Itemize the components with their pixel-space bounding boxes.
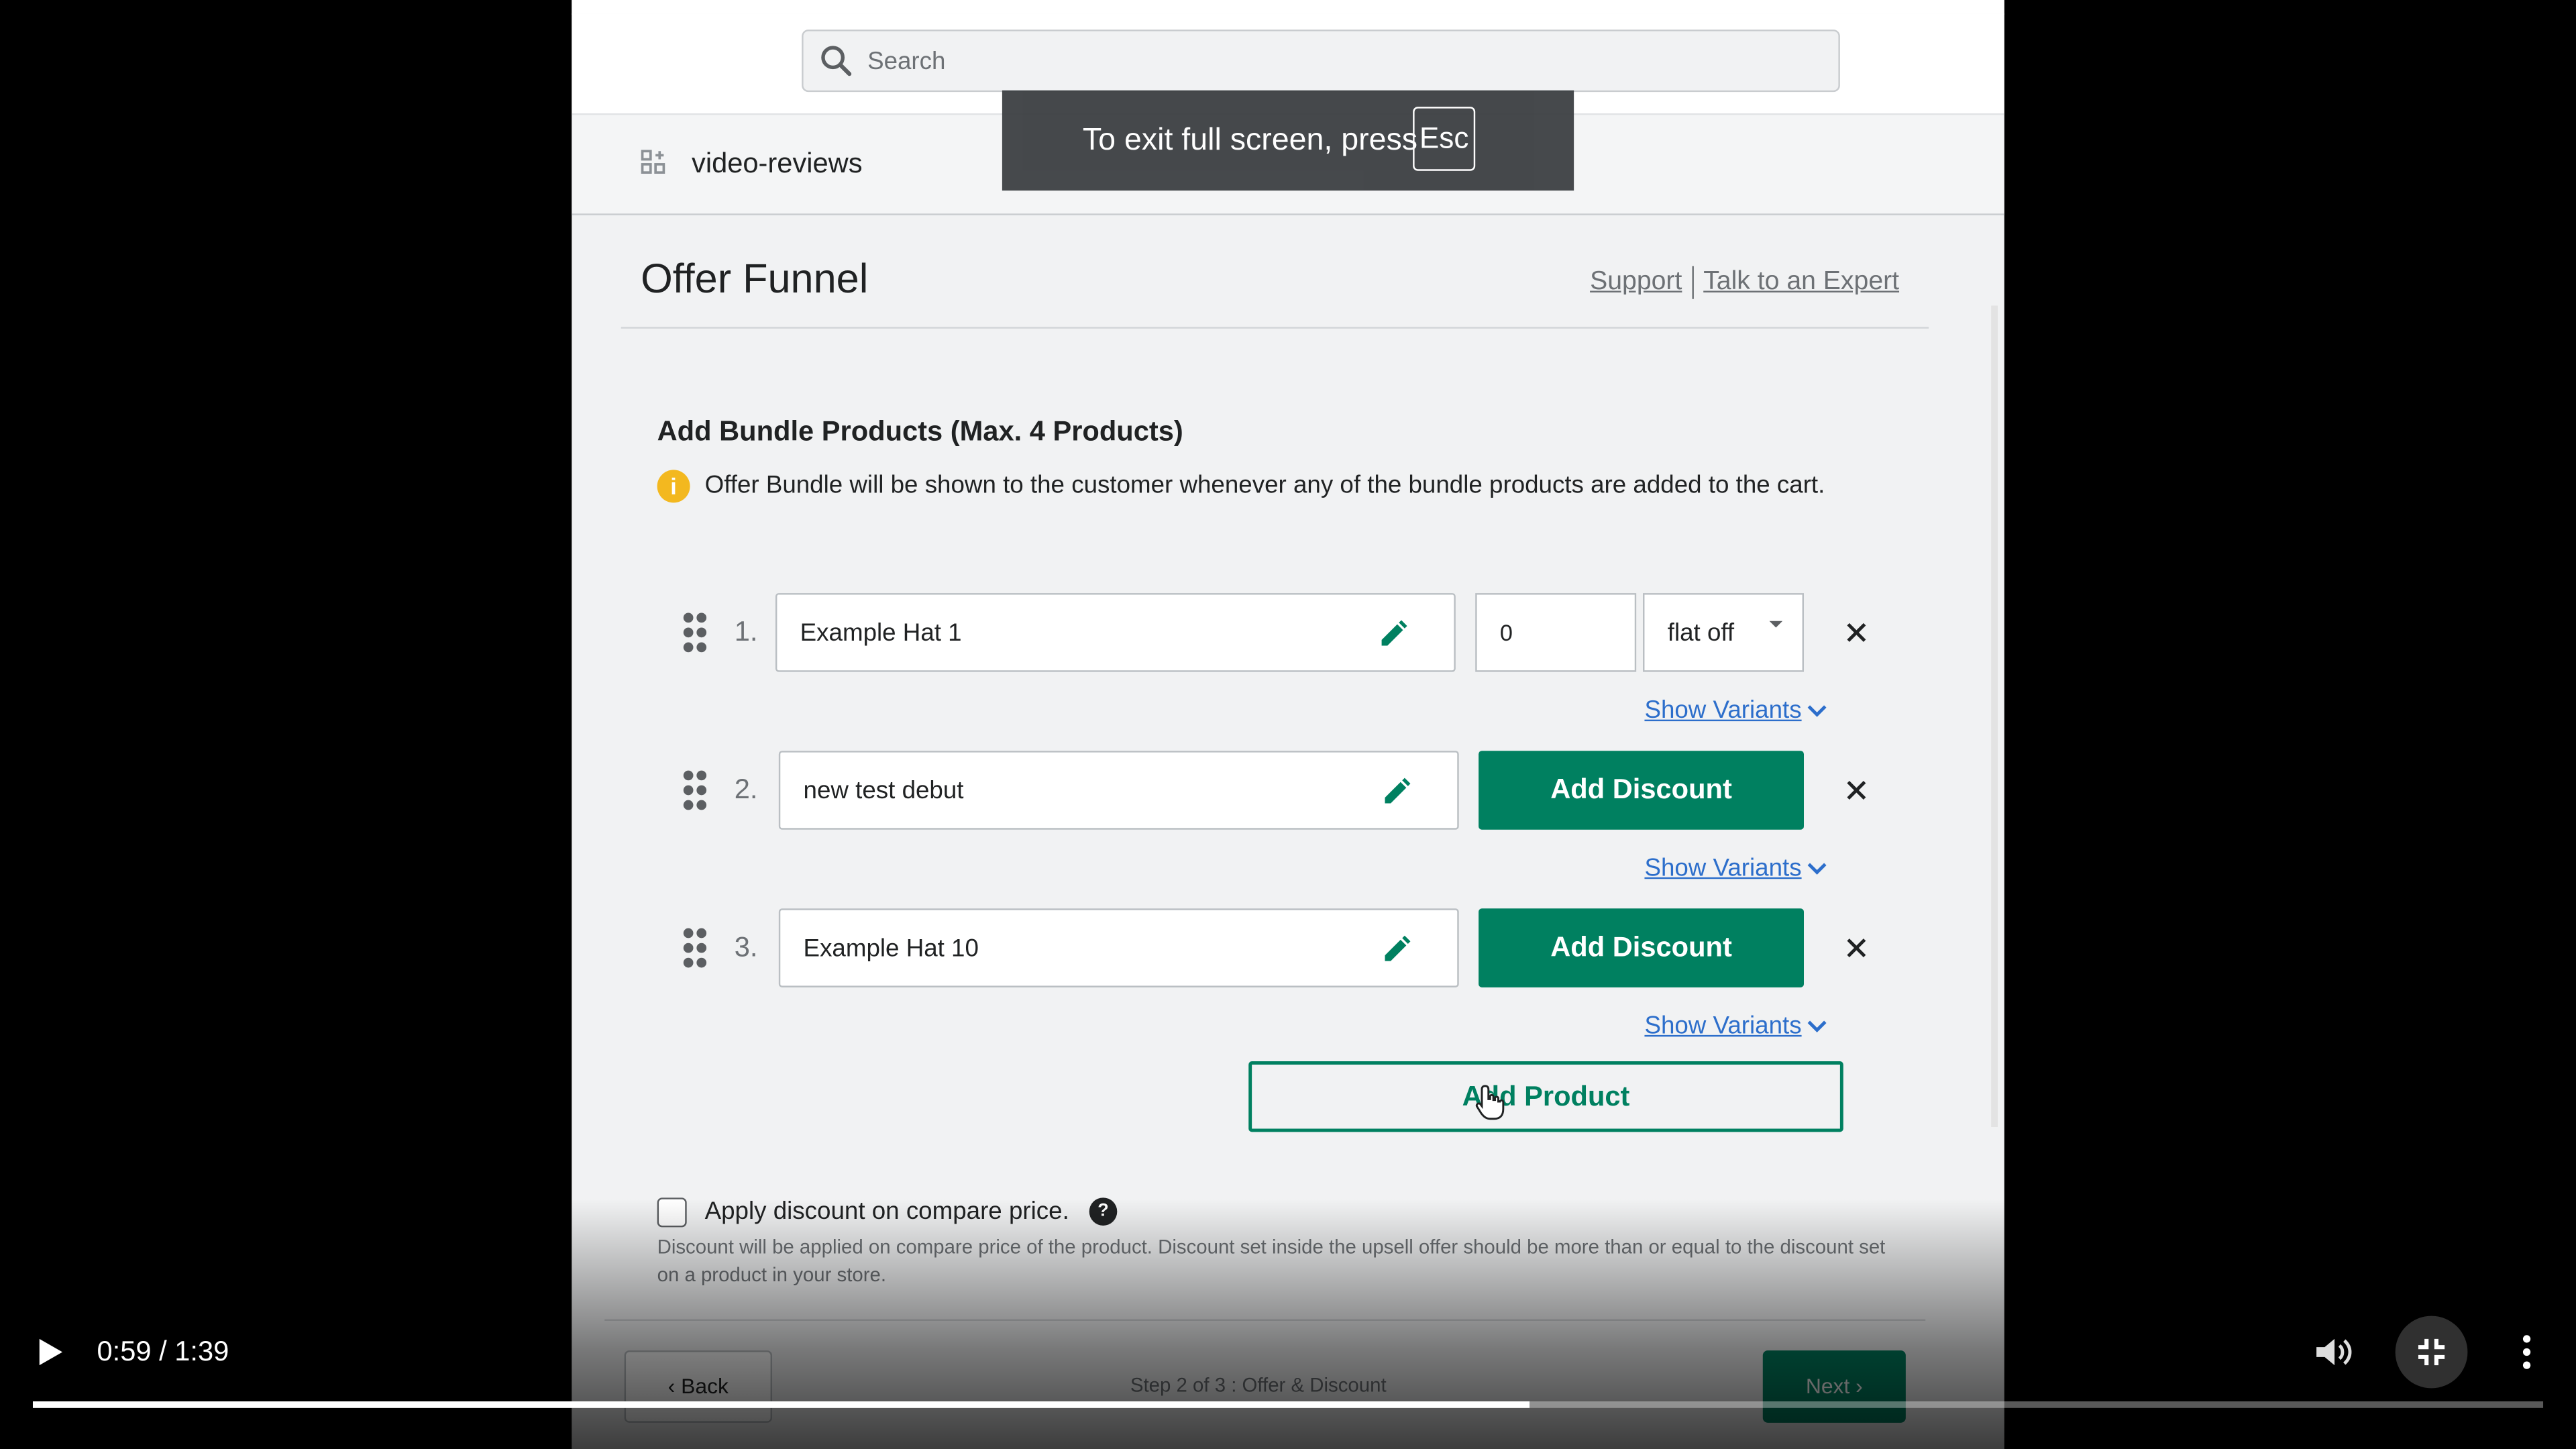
- show-variants-label: Show Variants: [1644, 1012, 1802, 1040]
- embedded-page: Search video-reviews Offer Funnel Suppor…: [572, 0, 2004, 1449]
- bundle-product-row: 1. Example Hat 1 0 flat off: [572, 593, 2004, 672]
- bundle-product-row: 2. new test debut Add Discount: [572, 751, 2004, 830]
- product-field[interactable]: Example Hat 1: [775, 593, 1456, 672]
- row-index: 3.: [734, 931, 758, 963]
- exit-fullscreen-icon: [2418, 1338, 2445, 1366]
- app-name[interactable]: video-reviews: [692, 148, 863, 180]
- chevron-left-icon: ‹: [667, 1373, 682, 1399]
- help-question-icon[interactable]: ?: [1089, 1197, 1118, 1226]
- fullscreen-exit-toast: To exit full screen, press Esc: [1002, 90, 1574, 191]
- row-index: 2.: [734, 773, 758, 806]
- back-label: Back: [681, 1373, 729, 1399]
- support-link[interactable]: Support: [1590, 268, 1682, 297]
- header-links: Support Talk to an Expert: [1590, 266, 1899, 299]
- remove-product-icon[interactable]: [1845, 936, 1868, 959]
- chevron-down-icon: [1807, 1020, 1826, 1033]
- exit-fullscreen-button[interactable]: [2395, 1316, 2468, 1389]
- more-options-icon[interactable]: [2510, 1334, 2543, 1371]
- chevron-down-icon: [1807, 863, 1826, 875]
- video-progress-bar[interactable]: [32, 1401, 2544, 1408]
- scrollbar[interactable]: [1991, 305, 1998, 1128]
- bundle-info-text: Offer Bundle will be shown to the custom…: [704, 471, 1825, 500]
- product-name: new test debut: [803, 777, 964, 806]
- show-variants-link[interactable]: Show Variants: [1644, 1012, 1826, 1040]
- hand-cursor-icon: [1475, 1085, 1505, 1120]
- link-divider: [1692, 266, 1694, 299]
- bundle-heading: Add Bundle Products (Max. 4 Products): [657, 415, 1183, 447]
- discount-value-input[interactable]: 0: [1475, 593, 1637, 672]
- add-discount-button[interactable]: Add Discount: [1479, 751, 1805, 830]
- back-button[interactable]: ‹ Back: [624, 1350, 773, 1423]
- chevron-right-icon: ›: [1849, 1373, 1863, 1399]
- drag-handle-icon[interactable]: [682, 926, 708, 969]
- title-divider: [621, 327, 1929, 329]
- chevron-down-icon: [1807, 705, 1826, 717]
- add-discount-button[interactable]: Add Discount: [1479, 908, 1805, 987]
- video-time: 0:59 / 1:39: [97, 1336, 229, 1367]
- video-progress-fill: [32, 1401, 1529, 1408]
- edit-pencil-icon[interactable]: [1382, 777, 1411, 806]
- bundle-product-row: 3. Example Hat 10 Add Discount: [572, 908, 2004, 987]
- toast-text: To exit full screen, press: [1082, 123, 1418, 158]
- product-name: Example Hat 10: [803, 934, 979, 963]
- next-label: Next: [1805, 1373, 1850, 1399]
- page-title: Offer Funnel: [641, 256, 869, 303]
- search-input[interactable]: Search: [802, 30, 1840, 93]
- compare-price-label: Apply discount on compare price.: [704, 1197, 1069, 1226]
- product-name: Example Hat 1: [800, 619, 962, 647]
- talk-to-expert-link[interactable]: Talk to an Expert: [1703, 268, 1899, 297]
- volume-icon[interactable]: [2313, 1334, 2356, 1371]
- discount-value: 0: [1499, 619, 1513, 646]
- step-indicator: Step 2 of 3 : Offer & Discount: [1130, 1373, 1387, 1397]
- show-variants-link[interactable]: Show Variants: [1644, 696, 1826, 724]
- search-icon: [821, 46, 852, 76]
- row-index: 1.: [734, 616, 758, 647]
- discount-type-select[interactable]: flat off: [1643, 593, 1805, 672]
- edit-pencil-icon[interactable]: [1379, 619, 1408, 649]
- esc-key-badge: Esc: [1413, 107, 1476, 171]
- search-placeholder: Search: [867, 48, 946, 76]
- compare-price-checkbox[interactable]: [657, 1197, 687, 1228]
- product-field[interactable]: new test debut: [778, 751, 1459, 830]
- caret-down-icon: [1769, 621, 1783, 628]
- play-icon[interactable]: [32, 1334, 68, 1371]
- drag-handle-icon[interactable]: [682, 611, 708, 654]
- video-player: Search video-reviews Offer Funnel Suppor…: [0, 0, 2576, 1449]
- info-icon: i: [657, 470, 690, 503]
- next-button[interactable]: Next ›: [1762, 1350, 1906, 1423]
- discount-type-value: flat off: [1667, 619, 1735, 647]
- show-variants-label: Show Variants: [1644, 696, 1802, 725]
- add-product-button[interactable]: Add Product: [1248, 1061, 1843, 1132]
- footer-divider: [604, 1319, 1926, 1321]
- show-variants-link[interactable]: Show Variants: [1644, 854, 1826, 882]
- show-variants-label: Show Variants: [1644, 854, 1802, 883]
- edit-pencil-icon[interactable]: [1382, 934, 1411, 964]
- remove-product-icon[interactable]: [1845, 779, 1868, 802]
- remove-product-icon[interactable]: [1845, 621, 1868, 644]
- drag-handle-icon[interactable]: [682, 769, 708, 812]
- product-field[interactable]: Example Hat 10: [778, 908, 1459, 987]
- compare-price-help: Discount will be applied on compare pric…: [657, 1235, 1886, 1287]
- apps-icon: [641, 150, 665, 174]
